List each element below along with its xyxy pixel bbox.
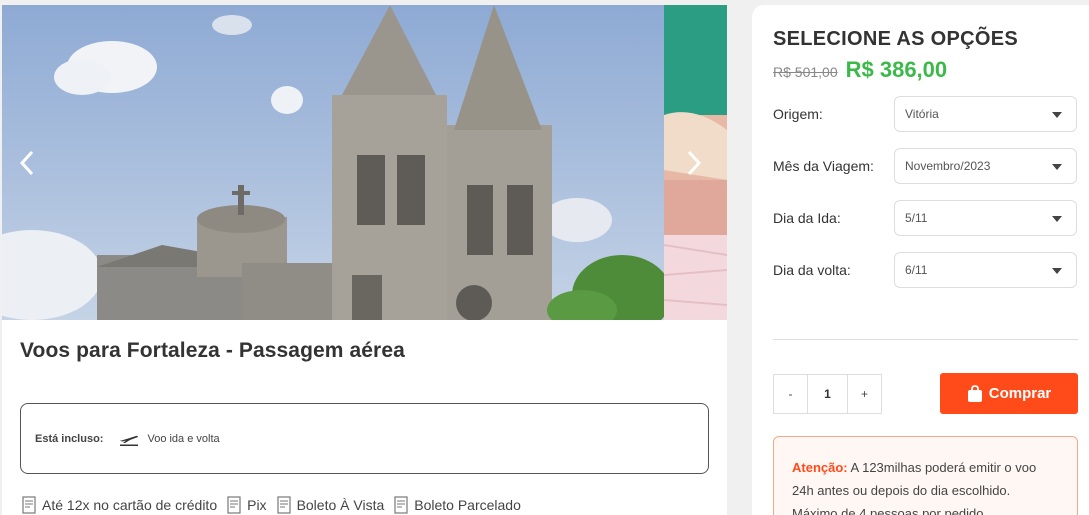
- product-title: Voos para Fortaleza - Passagem aérea: [20, 339, 405, 362]
- payment-label: Boleto Parcelado: [414, 497, 521, 513]
- chevron-down-icon: [1052, 268, 1062, 274]
- includes-box: Está incluso: Voo ida e volta: [20, 403, 709, 474]
- chevron-down-icon: [1052, 216, 1062, 222]
- travel-month-label: Mês da Viagem:: [773, 158, 874, 174]
- cathedral-photo[interactable]: [2, 5, 664, 320]
- payment-boleto: Boleto À Vista: [276, 496, 385, 514]
- chevron-down-icon: [1052, 164, 1062, 170]
- payment-label: Pix: [247, 497, 267, 513]
- chevron-left-icon[interactable]: [12, 145, 42, 181]
- credit-card-icon: [22, 496, 36, 514]
- origin-value: Vitória: [905, 107, 939, 121]
- image-gallery: [2, 5, 727, 320]
- price-row: R$ 501,00 R$ 386,00: [773, 57, 947, 83]
- pix-icon: [227, 496, 241, 514]
- departure-day-select[interactable]: 5/11: [894, 200, 1077, 236]
- quantity-decrease-button[interactable]: -: [774, 375, 807, 413]
- boleto-installment-icon: [394, 496, 408, 514]
- return-day-label: Dia da volta:: [773, 262, 851, 278]
- chevron-right-icon[interactable]: [679, 145, 709, 181]
- departure-day-row: Dia da Ida: 5/11: [773, 200, 1079, 236]
- payment-label: Até 12x no cartão de crédito: [42, 497, 218, 513]
- return-day-row: Dia da volta: 6/11: [773, 252, 1079, 288]
- quantity-value[interactable]: 1: [807, 375, 848, 413]
- return-day-value: 6/11: [905, 263, 928, 277]
- plane-takeoff-icon: [119, 432, 139, 446]
- product-page: Voos para Fortaleza - Passagem aérea Est…: [0, 0, 1089, 515]
- chevron-down-icon: [1052, 112, 1062, 118]
- attention-notice: Atenção: A 123milhas poderá emitir o voo…: [773, 436, 1078, 515]
- max-people-text: Máximo de 4 pessoas por pedido.: [792, 506, 988, 515]
- options-title: SELECIONE AS OPÇÕES: [773, 28, 1019, 50]
- buy-button[interactable]: Comprar: [940, 373, 1078, 414]
- payment-label: Boleto À Vista: [296, 497, 385, 513]
- origin-label: Origem:: [773, 106, 823, 122]
- departure-day-value: 5/11: [905, 211, 928, 225]
- boleto-icon: [276, 496, 291, 514]
- quantity-stepper: - 1 +: [773, 374, 882, 414]
- origin-select[interactable]: Vitória: [894, 96, 1077, 132]
- payment-boleto-installment: Boleto Parcelado: [394, 496, 521, 514]
- return-day-select[interactable]: 6/11: [894, 252, 1077, 288]
- payment-credit-card: Até 12x no cartão de crédito: [22, 496, 217, 514]
- includes-item: Voo ida e volta: [147, 432, 220, 445]
- product-panel: Voos para Fortaleza - Passagem aérea Est…: [2, 5, 727, 515]
- payment-pix: Pix: [227, 496, 267, 514]
- attention-label: Atenção:: [792, 460, 848, 475]
- new-price: R$ 386,00: [845, 57, 948, 82]
- includes-label: Está incluso:: [35, 432, 104, 445]
- departure-day-label: Dia da Ida:: [773, 210, 841, 226]
- quantity-increase-button[interactable]: +: [848, 375, 881, 413]
- payment-methods: Até 12x no cartão de crédito Pix Boleto …: [22, 496, 531, 514]
- travel-month-row: Mês da Viagem: Novembro/2023: [773, 148, 1079, 184]
- old-price: R$ 501,00: [773, 64, 838, 80]
- buy-label: Comprar: [988, 385, 1052, 402]
- options-panel: SELECIONE AS OPÇÕES R$ 501,00 R$ 386,00 …: [752, 5, 1089, 515]
- travel-month-value: Novembro/2023: [905, 159, 991, 173]
- divider: [773, 339, 1078, 340]
- travel-month-select[interactable]: Novembro/2023: [894, 148, 1077, 184]
- origin-row: Origem: Vitória: [773, 96, 1079, 132]
- shopping-bag-icon: [967, 384, 983, 403]
